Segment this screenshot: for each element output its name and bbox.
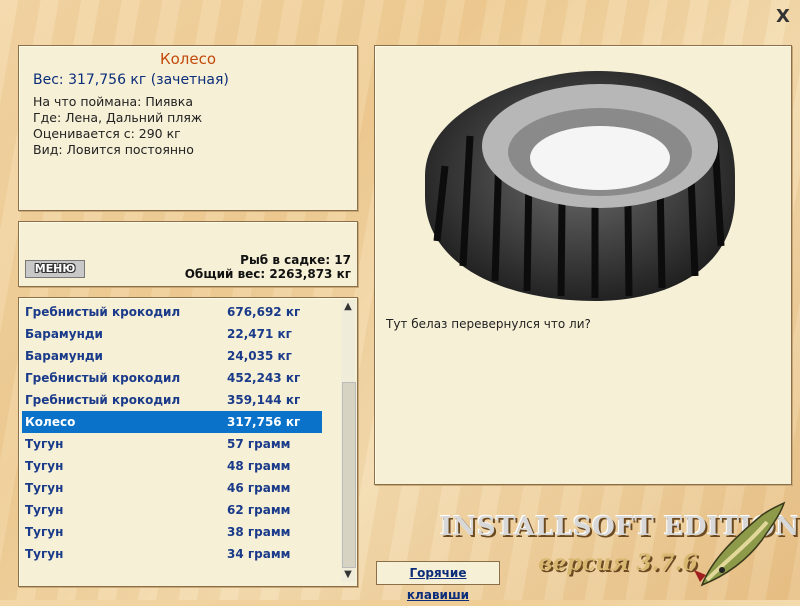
list-item-weight: 676,692 кг — [227, 305, 301, 319]
list-item-weight: 317,756 кг — [227, 415, 301, 429]
pike-logo-icon — [694, 501, 786, 587]
scroll-thumb[interactable] — [342, 382, 356, 568]
scroll-up-icon[interactable]: ▲ — [341, 300, 355, 314]
list-item[interactable]: Тугун 48 грамм — [22, 455, 322, 477]
list-scrollbar[interactable]: ▲ ▼ — [341, 300, 356, 582]
list-item-name: Тугун — [25, 547, 64, 561]
list-item-weight: 359,144 кг — [227, 393, 301, 407]
list-item-weight: 24,035 кг — [227, 349, 292, 363]
list-item[interactable]: Тугун 34 грамм — [22, 543, 322, 565]
list-item[interactable]: Гребнистый крокодил 676,692 кг — [22, 301, 322, 323]
list-item-name: Барамунди — [25, 349, 103, 363]
cage-summary-panel: МЕНЮ Рыб в садке: 17 Общий вес: 2263,873… — [18, 221, 358, 287]
location-line: Где: Лена, Дальний пляж — [33, 110, 203, 125]
list-item[interactable]: Барамунди 24,035 кг — [22, 345, 322, 367]
list-item[interactable]: Тугун 57 грамм — [22, 433, 322, 455]
list-item-name: Тугун — [25, 459, 64, 473]
catch-info-panel: Колесо Вес: 317,756 кг (зачетная) На что… — [18, 45, 358, 211]
list-item-name: Гребнистый крокодил — [25, 393, 181, 407]
catch-picture-panel: Тут белаз перевернулся что ли? — [374, 45, 792, 485]
list-item[interactable]: Тугун 46 грамм — [22, 477, 322, 499]
catch-details: На что поймана: Пиявка Где: Лена, Дальни… — [33, 94, 357, 158]
list-item-weight: 62 грамм — [227, 503, 291, 517]
list-item[interactable]: Гребнистый крокодил 359,144 кг — [22, 389, 322, 411]
list-item[interactable]: Гребнистый крокодил 452,243 кг — [22, 367, 322, 389]
menu-button[interactable]: МЕНЮ — [25, 260, 85, 278]
list-item-name: Тугун — [25, 437, 64, 451]
tire-image — [415, 66, 745, 310]
list-item-name: Гребнистый крокодил — [25, 305, 181, 319]
list-item[interactable]: Тугун 38 грамм — [22, 521, 322, 543]
list-item-weight: 48 грамм — [227, 459, 291, 473]
list-item[interactable]: Барамунди 22,471 кг — [22, 323, 322, 345]
list-item-weight: 452,243 кг — [227, 371, 301, 385]
list-item-name: Барамунди — [25, 327, 103, 341]
total-weight: Общий вес: 2263,873 кг — [184, 267, 351, 281]
list-item-name: Гребнистый крокодил — [25, 371, 181, 385]
list-item[interactable]: Тугун 62 грамм — [22, 499, 322, 521]
list-item-weight: 38 грамм — [227, 525, 291, 539]
kind-line: Вид: Ловится постоянно — [33, 142, 194, 157]
catch-title: Колесо — [159, 50, 217, 68]
version-label: версия 3.7.6 — [538, 550, 698, 576]
list-item-weight: 46 грамм — [227, 481, 291, 495]
list-item-weight: 57 грамм — [227, 437, 291, 451]
hotkeys-button[interactable]: Горячие клавиши — [376, 561, 500, 602]
list-item-name: Тугун — [25, 525, 64, 539]
list-item-weight: 34 грамм — [227, 547, 291, 561]
scroll-down-icon[interactable]: ▼ — [341, 568, 355, 582]
list-item-name: Колесо — [25, 415, 76, 429]
catch-list: Гребнистый крокодил 676,692 кг Барамунди 22… — [18, 297, 358, 587]
cage-summary-text: Рыб в садке: 17 Общий вес: 2263,873 кг — [185, 253, 351, 281]
close-button[interactable]: X — [774, 8, 792, 26]
bait-line: На что поймана: Пиявка — [33, 94, 193, 109]
list-item-name: Тугун — [25, 503, 64, 517]
list-item-name: Тугун — [25, 481, 64, 495]
list-item[interactable]: Колесо 317,756 кг — [22, 411, 322, 433]
fish-count: Рыб в садке: 17 — [240, 253, 351, 267]
list-item-weight: 22,471 кг — [227, 327, 292, 341]
catch-weight: Вес: 317,756 кг (зачетная) — [33, 72, 229, 88]
picture-caption: Тут белаз перевернулся что ли? — [386, 317, 591, 331]
valued-line: Оценивается с: 290 кг — [33, 126, 181, 141]
